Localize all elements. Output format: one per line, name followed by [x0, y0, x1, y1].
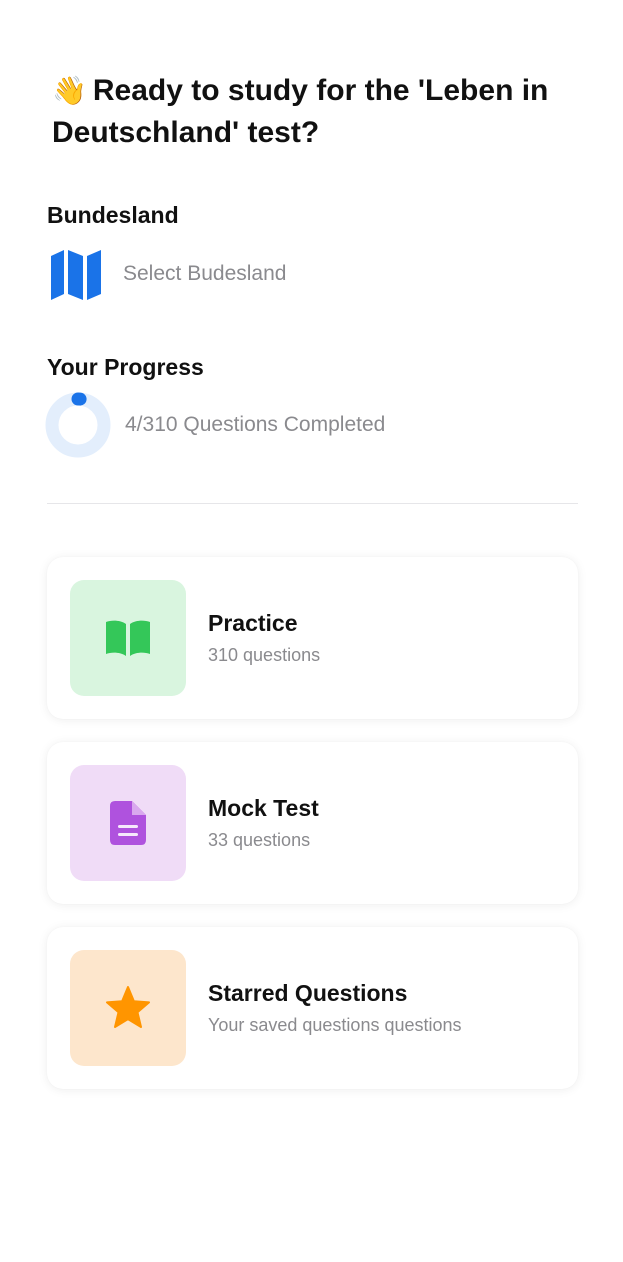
mock-test-title: Mock Test [208, 795, 319, 821]
progress-label: Your Progress [47, 354, 204, 380]
progress-ring [45, 392, 111, 458]
bundesland-selector[interactable]: Select Budesland [47, 245, 286, 303]
practice-subtitle: 310 questions [208, 645, 321, 665]
progress-text: 4/310 Questions Completed [125, 413, 386, 436]
practice-title: Practice [208, 610, 298, 636]
practice-card[interactable]: Practice 310 questions [47, 557, 578, 719]
star-icon [106, 986, 150, 1028]
bundesland-label: Bundesland [47, 202, 179, 228]
starred-questions-card[interactable]: Starred Questions Your saved questions q… [47, 927, 578, 1089]
mock-test-tile [70, 765, 186, 881]
book-icon [106, 620, 150, 656]
mock-test-card[interactable]: Mock Test 33 questions [47, 742, 578, 904]
starred-questions-title: Starred Questions [208, 980, 408, 1006]
mock-test-subtitle: 33 questions [208, 830, 311, 850]
starred-questions-subtitle: Your saved questions questions [208, 1015, 462, 1035]
document-icon [110, 801, 146, 845]
practice-tile [70, 580, 186, 696]
waving-hand-icon: 👋 [52, 75, 87, 106]
bundesland-placeholder: Select Budesland [123, 262, 287, 285]
map-icon [47, 245, 105, 303]
home-screen: 👋 Ready to study for the 'Leben in Deutsc… [0, 0, 623, 1262]
progress-row: 4/310 Questions Completed [45, 392, 386, 458]
page-title-text: Ready to study for the 'Leben in Deutsch… [52, 74, 549, 149]
starred-questions-tile [70, 950, 186, 1066]
page-title: 👋 Ready to study for the 'Leben in Deutsc… [52, 70, 592, 154]
divider [47, 503, 578, 504]
